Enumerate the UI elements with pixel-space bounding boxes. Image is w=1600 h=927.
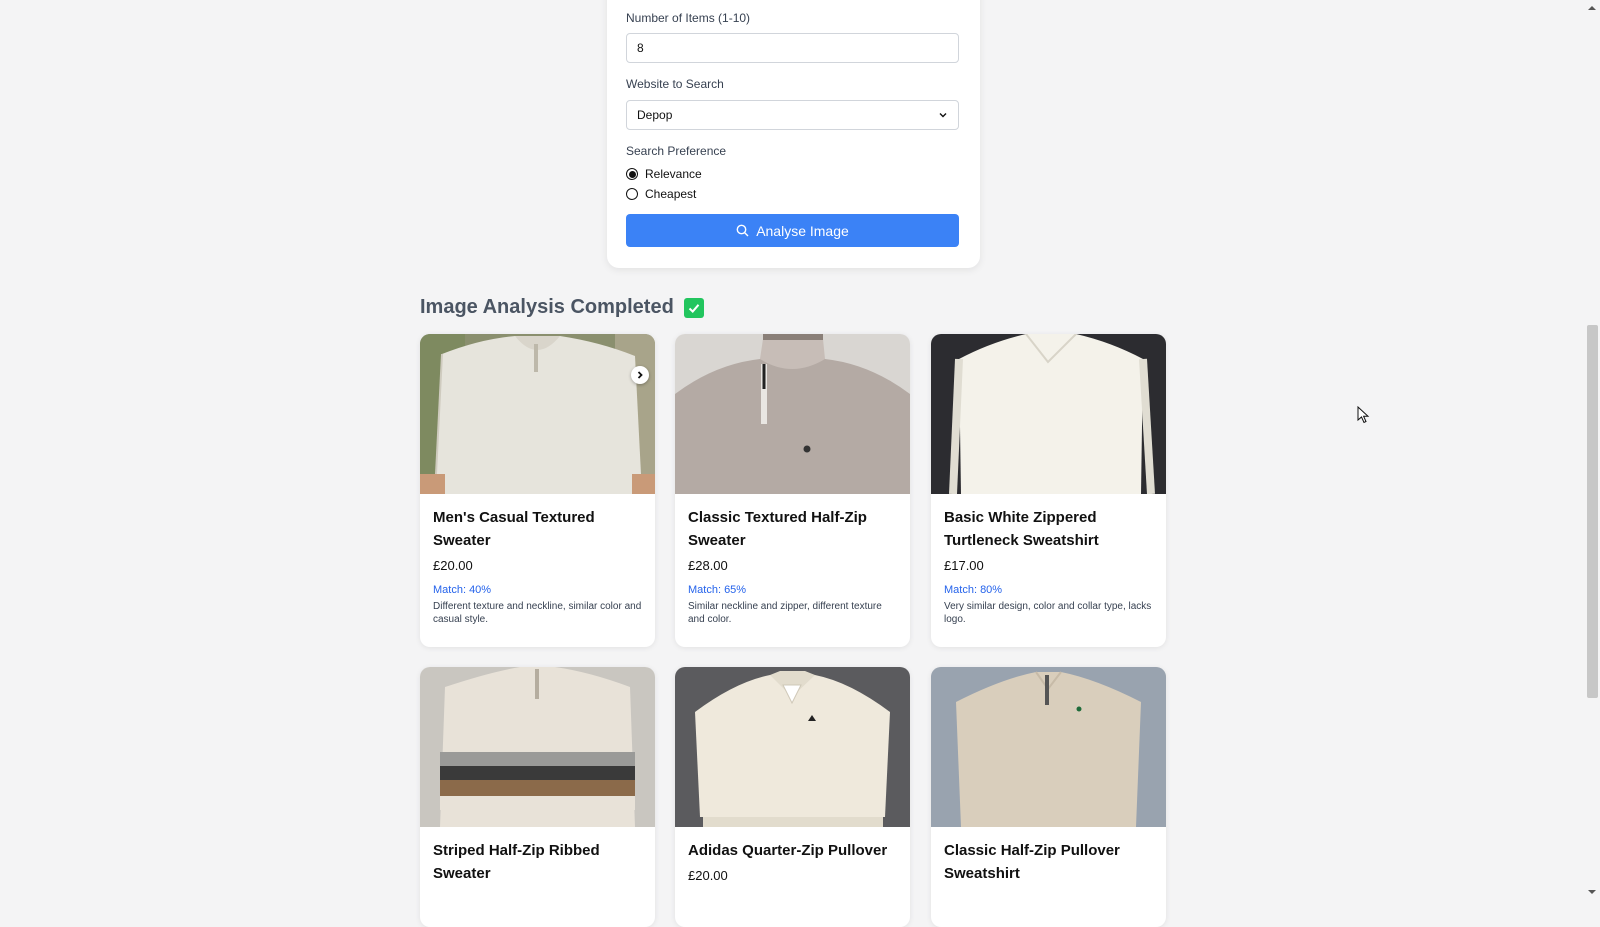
product-card[interactable]: Classic Textured Half-Zip Sweater £28.00…: [675, 334, 910, 647]
radio-relevance[interactable]: Relevance: [626, 166, 702, 182]
match-score: Match: 40%: [433, 584, 492, 596]
items-count-input[interactable]: [626, 33, 959, 63]
product-image[interactable]: [931, 667, 1166, 827]
product-price: £20.00: [688, 868, 728, 883]
mouse-cursor-icon: [1357, 406, 1370, 424]
match-description: Very similar design, color and collar ty…: [944, 601, 1152, 625]
product-title[interactable]: Men's Casual Textured Sweater: [433, 506, 642, 552]
radio-label-cheapest: Cheapest: [645, 187, 697, 201]
page-scrollbar[interactable]: [1584, 0, 1600, 900]
product-card[interactable]: Basic White Zippered Turtleneck Sweatshi…: [931, 334, 1166, 647]
website-select[interactable]: Depop: [626, 100, 959, 130]
product-title[interactable]: Striped Half-Zip Ribbed Sweater: [433, 839, 642, 885]
chevron-right-icon: [637, 371, 643, 379]
scrollbar-thumb[interactable]: [1587, 325, 1598, 698]
next-image-button[interactable]: [631, 366, 649, 384]
product-price: £28.00: [688, 558, 728, 573]
product-image[interactable]: [931, 334, 1166, 494]
search-form-card: Number of Items (1-10) Website to Search…: [607, 0, 980, 268]
product-title[interactable]: Classic Half-Zip Pullover Sweatshirt: [944, 839, 1153, 885]
preference-label: Search Preference: [626, 144, 727, 158]
radio-unselected-icon[interactable]: [626, 188, 638, 200]
product-price: £17.00: [944, 558, 984, 573]
results-heading: Image Analysis Completed: [420, 296, 704, 319]
website-select-value: Depop: [637, 108, 673, 122]
product-card[interactable]: Adidas Quarter-Zip Pullover £20.00: [675, 667, 910, 927]
items-label: Number of Items (1-10): [626, 11, 751, 25]
radio-cheapest[interactable]: Cheapest: [626, 186, 696, 202]
website-label: Website to Search: [626, 77, 724, 91]
chevron-down-icon: [939, 113, 947, 118]
product-title[interactable]: Adidas Quarter-Zip Pullover: [688, 839, 897, 862]
match-description: Different texture and neckline, similar …: [433, 601, 642, 625]
match-score: Match: 65%: [688, 584, 747, 596]
scroll-up-icon[interactable]: [1587, 4, 1597, 12]
analyse-image-button[interactable]: Analyse Image: [626, 214, 959, 247]
results-heading-text: Image Analysis Completed: [420, 296, 674, 318]
radio-label-relevance: Relevance: [645, 167, 702, 181]
product-image[interactable]: [675, 667, 910, 827]
product-title[interactable]: Basic White Zippered Turtleneck Sweatshi…: [944, 506, 1153, 552]
product-card[interactable]: Men's Casual Textured Sweater £20.00 Mat…: [420, 334, 655, 647]
product-image[interactable]: [675, 334, 910, 494]
search-icon: [736, 224, 749, 237]
product-price: £20.00: [433, 558, 473, 573]
match-description: Similar neckline and zipper, different t…: [688, 601, 882, 625]
radio-selected-icon[interactable]: [626, 168, 638, 180]
product-card[interactable]: Striped Half-Zip Ribbed Sweater: [420, 667, 655, 927]
check-icon: [683, 297, 704, 318]
analyse-button-label: Analyse Image: [756, 222, 849, 239]
product-title[interactable]: Classic Textured Half-Zip Sweater: [688, 506, 897, 552]
scroll-down-icon[interactable]: [1587, 888, 1597, 896]
match-score: Match: 80%: [944, 584, 1003, 596]
product-image[interactable]: [420, 334, 655, 494]
product-card[interactable]: Classic Half-Zip Pullover Sweatshirt: [931, 667, 1166, 927]
product-image[interactable]: [420, 667, 655, 827]
